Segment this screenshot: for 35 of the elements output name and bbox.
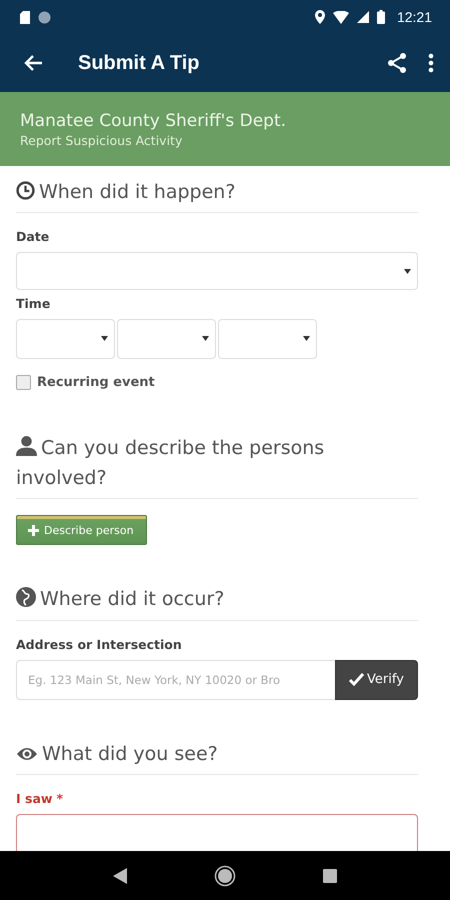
location-icon	[314, 10, 325, 24]
app-bar-title: Submit A Tip	[78, 52, 200, 74]
checkmark-icon	[349, 673, 364, 686]
required-mark: *	[56, 791, 63, 806]
plus-icon	[28, 524, 39, 536]
eye-icon	[16, 746, 38, 762]
field-label: Date	[16, 229, 50, 244]
caret-icon	[404, 269, 411, 274]
checkbox[interactable]	[16, 375, 31, 390]
checkbox-label: Recurring event	[37, 375, 155, 390]
field-label: Time	[16, 296, 52, 312]
share-icon	[386, 52, 408, 74]
field-label: I saw	[16, 791, 52, 806]
section-heading: What did you see?	[16, 740, 418, 770]
field-label: Address or Intersection	[16, 636, 183, 652]
battery-icon	[376, 10, 385, 24]
section-heading: Where did it occur?	[16, 585, 418, 615]
globe-icon	[16, 587, 36, 608]
signal-icon	[356, 11, 369, 23]
agency-name: Manatee County Sheriff's Dept.	[20, 110, 288, 130]
caret-icon	[202, 336, 209, 342]
sd-card-icon	[20, 10, 30, 24]
caret-icon	[303, 336, 310, 342]
section-heading: When did it happen?	[16, 178, 418, 208]
clock-time: 12:21	[396, 9, 432, 25]
wifi-icon	[332, 10, 349, 24]
caret-icon	[101, 336, 108, 342]
agency-subtitle: Report Suspicious Activity	[20, 132, 184, 148]
verify-button[interactable]: Verify	[335, 660, 418, 700]
address-field[interactable]: Eg. 123 Main St, New York, NY 10020 or Bro	[16, 660, 335, 700]
section-heading: Can you describe the persons involved?	[16, 434, 326, 491]
dot-icon	[38, 10, 51, 24]
more-icon	[428, 53, 434, 73]
person-icon	[16, 435, 37, 456]
clock-icon	[16, 181, 35, 200]
